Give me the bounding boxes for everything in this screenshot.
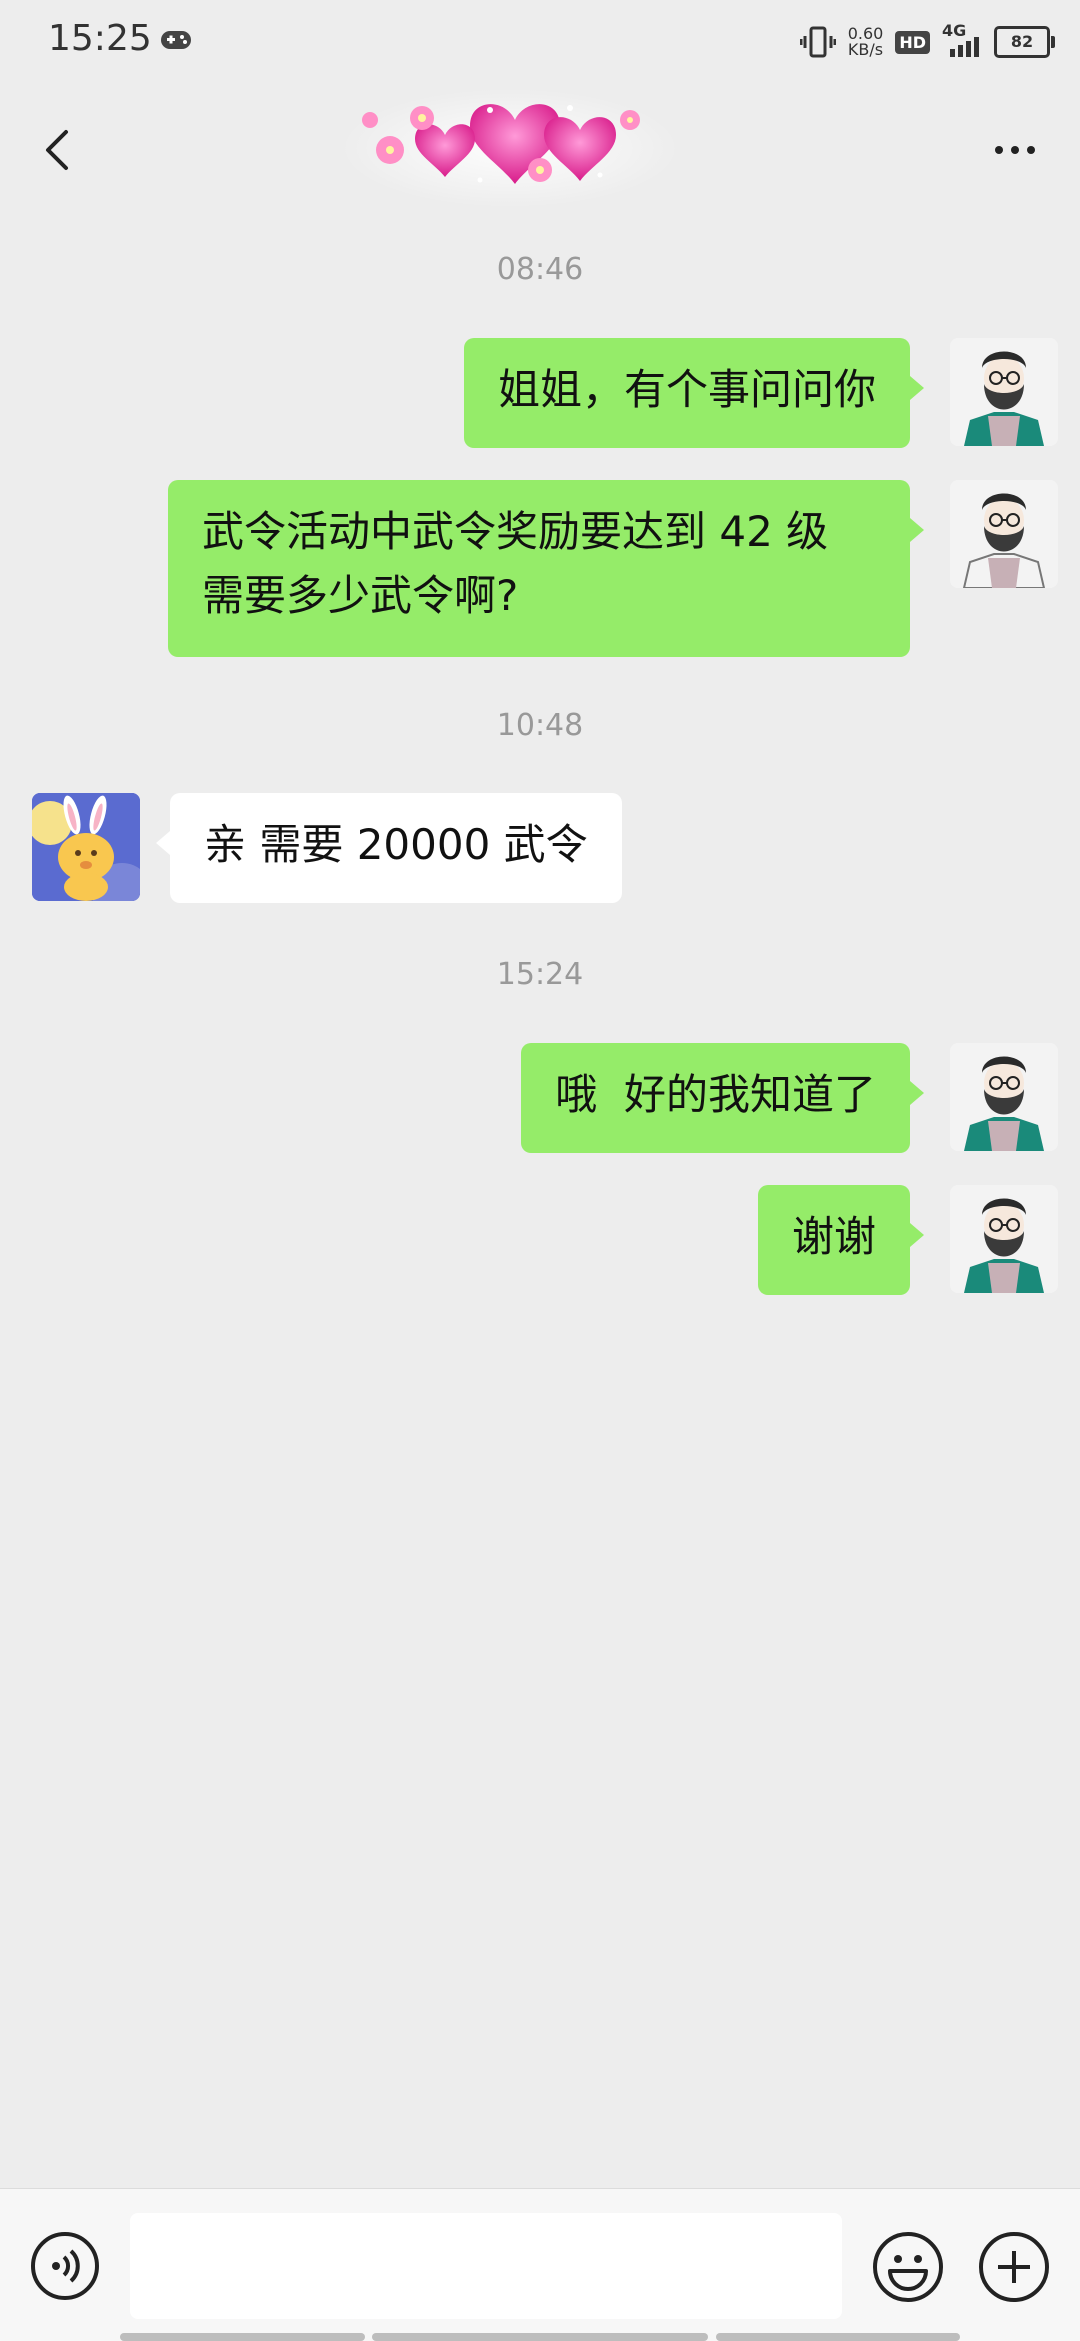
more-dots-icon[interactable] [980, 120, 1050, 180]
bearded-man-avatar-icon [950, 1185, 1058, 1293]
voice-icon[interactable] [30, 2231, 100, 2301]
net-speed: 0.60 KB/s [848, 26, 884, 58]
timestamp: 10:48 [496, 708, 584, 743]
sent-message-bubble[interactable]: 哦 好的我知道了 [521, 1043, 924, 1153]
sent-message-bubble[interactable]: 谢谢 [757, 1185, 925, 1295]
chat-header [0, 80, 1080, 215]
my-avatar[interactable] [950, 1185, 1058, 1293]
my-avatar[interactable] [950, 480, 1058, 588]
status-time: 15:25 [48, 18, 152, 59]
received-message-bubble[interactable]: 亲 需要 20000 武令 [156, 793, 622, 903]
chat-message-list[interactable]: 08:46 姐姐，有个事问问你 武令活动中武令奖励要达到 42 级 需要多少武令… [0, 215, 1080, 2185]
message-input[interactable] [130, 2213, 842, 2319]
signal-icon: 4G [942, 21, 982, 57]
contact-avatar[interactable] [32, 793, 140, 901]
message-text: 谢谢 [791, 1212, 876, 1261]
message-text: 姐姐，有个事问问你 [497, 365, 876, 414]
message-text: 哦 好的我知道了 [555, 1070, 876, 1119]
my-avatar[interactable] [950, 338, 1058, 446]
emoji-icon[interactable] [872, 2231, 944, 2303]
heart-flower-decoration [340, 88, 680, 208]
bearded-man-avatar-icon [950, 1043, 1058, 1151]
bearded-man-avatar-icon [950, 338, 1058, 446]
status-bar: 15:25 0.60 KB/s HD 4G 82 [0, 0, 1080, 80]
bearded-man-avatar-icon [950, 480, 1058, 588]
message-text-line-1: 武令活动中武令奖励要达到 42 级 [202, 507, 829, 556]
my-avatar[interactable] [950, 1043, 1058, 1151]
vibrate-icon [799, 26, 836, 58]
battery-icon: 82 [994, 26, 1055, 58]
message-text-line-2: 需要多少武令啊? [202, 571, 519, 620]
message-text: 亲 需要 20000 武令 [204, 820, 588, 869]
sent-message-bubble[interactable]: 姐姐，有个事问问你 [463, 338, 925, 448]
gamepad-icon [161, 31, 191, 49]
bunny-avatar-icon [32, 793, 140, 901]
status-icons: 0.60 KB/s HD 4G 82 [799, 20, 1055, 64]
network-label: 4G [942, 21, 967, 40]
input-bar [0, 2188, 1080, 2341]
hd-badge: HD [895, 30, 930, 54]
timestamp: 08:46 [496, 252, 584, 287]
plus-icon[interactable] [978, 2231, 1050, 2303]
chevron-left-icon[interactable] [30, 120, 90, 180]
timestamp: 15:24 [496, 957, 584, 992]
sent-message-bubble[interactable]: 武令活动中武令奖励要达到 42 级 需要多少武令啊? [168, 480, 924, 657]
net-speed-unit: KB/s [847, 40, 884, 59]
